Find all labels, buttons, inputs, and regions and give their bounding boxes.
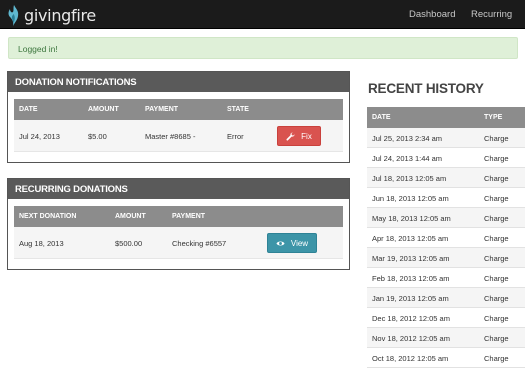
- history-type: Charge: [484, 354, 509, 363]
- brand-name: givingfire: [24, 5, 96, 25]
- history-date: Mar 19, 2013 12:05 am: [372, 254, 450, 263]
- column-header: DATE: [372, 114, 391, 121]
- history-date: Dec 18, 2012 12:05 am: [372, 314, 450, 323]
- history-date: Jul 25, 2013 2:34 am: [372, 134, 443, 143]
- history-date: Jun 18, 2013 12:05 am: [372, 194, 449, 203]
- history-rows: Jul 25, 2013 2:34 am Charge Jul 24, 2013 1…: [367, 128, 525, 368]
- history-type: Charge: [484, 134, 509, 143]
- recurring-donations-panel: RECURRING DONATIONS NEXT DONATION AMOUNT…: [7, 178, 350, 270]
- brand-logo[interactable]: givingfire: [7, 4, 96, 26]
- history-type: Charge: [484, 314, 509, 323]
- history-type: Charge: [484, 174, 509, 183]
- history-type: Charge: [484, 154, 509, 163]
- column-header: AMOUNT: [115, 213, 146, 220]
- donation-state: Error: [227, 132, 244, 141]
- recurring-payment: Checking #6557: [172, 239, 227, 248]
- history-type: Charge: [484, 334, 509, 343]
- table-row: Aug 18, 2013 $500.00 Checking #6557 View: [14, 227, 343, 259]
- panel-title: DONATION NOTIFICATIONS: [8, 72, 349, 92]
- history-date: Feb 18, 2013 12:05 am: [372, 274, 450, 283]
- recent-history-table: DATE TYPE Jul 25, 2013 2:34 am Charge Jul …: [367, 107, 525, 368]
- fix-button[interactable]: Fix: [277, 126, 321, 146]
- history-date: Jul 18, 2013 12:05 am: [372, 174, 447, 183]
- history-row: Mar 19, 2013 12:05 am Charge: [367, 248, 525, 268]
- history-type: Charge: [484, 234, 509, 243]
- table-header: DATE TYPE: [367, 107, 525, 128]
- flame-icon: [8, 4, 19, 26]
- history-type: Charge: [484, 254, 509, 263]
- history-row: Jan 19, 2013 12:05 am Charge: [367, 288, 525, 308]
- table-row: Jul 24, 2013 $5.00 Master #8685 - Error …: [14, 120, 343, 152]
- column-header: NEXT DONATION: [19, 213, 77, 220]
- nav-recurring-link[interactable]: Recurring: [471, 9, 512, 20]
- history-row: May 18, 2013 12:05 am Charge: [367, 208, 525, 228]
- history-date: Jul 24, 2013 1:44 am: [372, 154, 443, 163]
- column-header: AMOUNT: [88, 106, 119, 113]
- history-row: Jul 18, 2013 12:05 am Charge: [367, 168, 525, 188]
- history-date: Apr 18, 2013 12:05 am: [372, 234, 449, 243]
- history-date: Jan 19, 2013 12:05 am: [372, 294, 449, 303]
- history-row: Jul 25, 2013 2:34 am Charge: [367, 128, 525, 148]
- history-type: Charge: [484, 274, 509, 283]
- recent-history-title: RECENT HISTORY: [368, 81, 484, 96]
- nav-dashboard-link[interactable]: Dashboard: [409, 9, 455, 20]
- column-header: PAYMENT: [172, 213, 206, 220]
- table-header: NEXT DONATION AMOUNT PAYMENT: [14, 206, 343, 227]
- column-header: PAYMENT: [145, 106, 179, 113]
- wrench-icon: [286, 131, 295, 141]
- history-row: Jun 18, 2013 12:05 am Charge: [367, 188, 525, 208]
- panel-title: RECURRING DONATIONS: [8, 179, 349, 199]
- login-success-alert: Logged in!: [8, 37, 518, 59]
- column-header: TYPE: [484, 114, 503, 121]
- view-button-label: View: [290, 238, 309, 248]
- history-date: Nov 18, 2012 12:05 am: [372, 334, 450, 343]
- fix-button-label: Fix: [301, 131, 312, 141]
- top-navbar: givingfire Dashboard Recurring: [0, 0, 525, 29]
- history-row: Oct 18, 2012 12:05 am Charge: [367, 348, 525, 368]
- history-row: Feb 18, 2013 12:05 am Charge: [367, 268, 525, 288]
- table-header: DATE AMOUNT PAYMENT STATE: [14, 99, 343, 120]
- history-row: Dec 18, 2012 12:05 am Charge: [367, 308, 525, 328]
- history-row: Nov 18, 2012 12:05 am Charge: [367, 328, 525, 348]
- column-header: DATE: [19, 106, 38, 113]
- donation-date: Jul 24, 2013: [19, 132, 60, 141]
- history-row: Apr 18, 2013 12:05 am Charge: [367, 228, 525, 248]
- next-donation-date: Aug 18, 2013: [19, 239, 64, 248]
- eye-icon: [276, 240, 285, 246]
- donation-amount: $5.00: [88, 132, 107, 141]
- history-type: Charge: [484, 194, 509, 203]
- view-button[interactable]: View: [267, 233, 317, 253]
- recurring-amount: $500.00: [115, 239, 143, 248]
- history-date: Oct 18, 2012 12:05 am: [372, 354, 449, 363]
- donation-notifications-panel: DONATION NOTIFICATIONS DATE AMOUNT PAYME…: [7, 71, 350, 163]
- history-type: Charge: [484, 214, 509, 223]
- column-header: STATE: [227, 106, 249, 113]
- history-type: Charge: [484, 294, 509, 303]
- history-row: Jul 24, 2013 1:44 am Charge: [367, 148, 525, 168]
- donation-payment: Master #8685 -: [145, 132, 196, 141]
- history-date: May 18, 2013 12:05 am: [372, 214, 451, 223]
